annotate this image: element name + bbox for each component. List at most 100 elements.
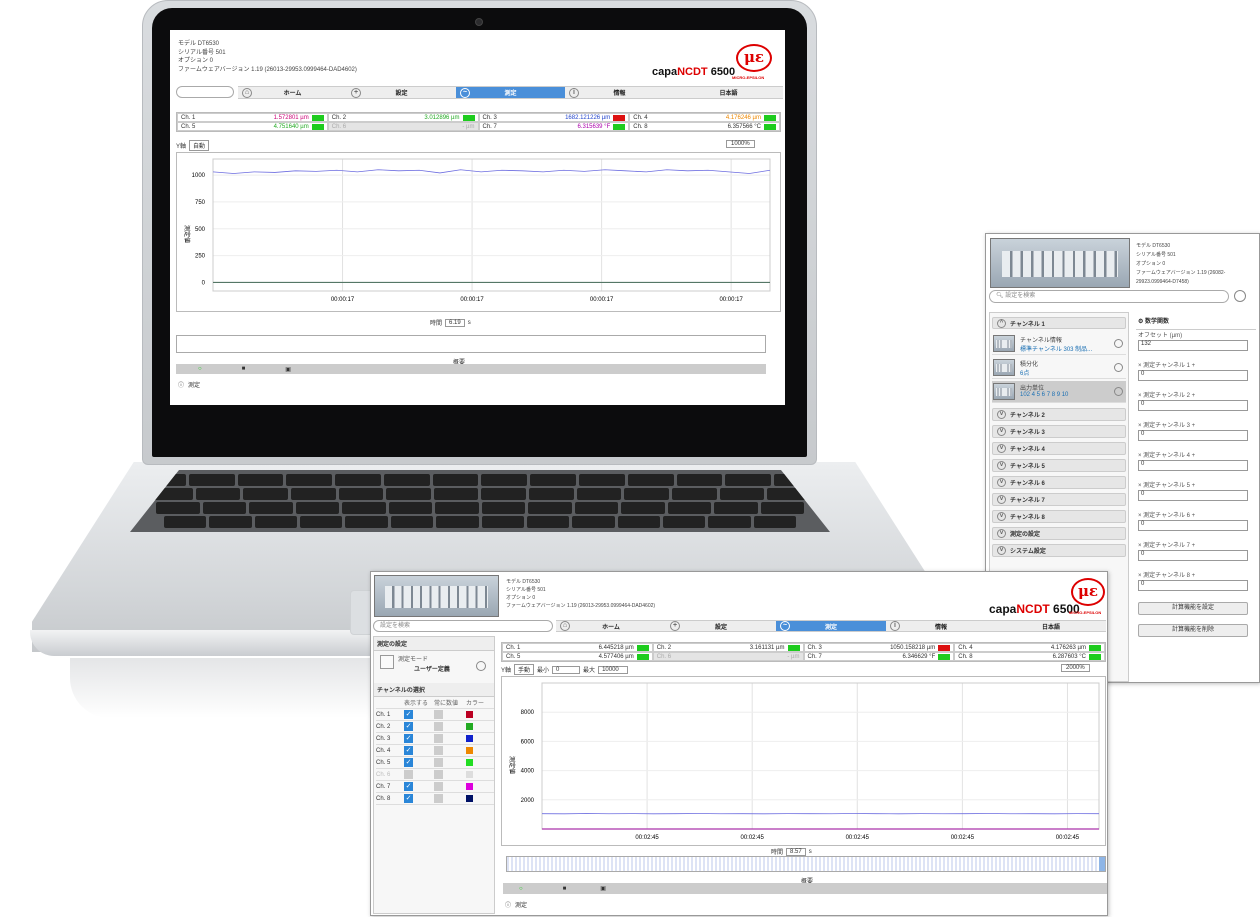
settings-subitem[interactable]: 出力単位 102 4 5 6 7 8 9 10 <box>992 381 1126 403</box>
settings-subitem[interactable]: チャンネル情報 標準チャンネル 303 制品... <box>992 333 1126 355</box>
subitem-title: チャンネル情報 <box>1020 338 1062 344</box>
color-swatch[interactable] <box>466 723 473 730</box>
color-swatch[interactable] <box>466 735 473 742</box>
math-field-input[interactable]: 0 <box>1138 490 1248 501</box>
math-field-input[interactable]: 0 <box>1138 370 1248 381</box>
menu-item[interactable]: v チャンネル 8 <box>992 510 1126 523</box>
show-checkbox[interactable]: ✓ <box>404 758 413 767</box>
min-label: 最小 <box>537 668 550 674</box>
key <box>627 474 674 486</box>
menu-item[interactable]: v チャンネル 2 <box>992 408 1126 421</box>
language-select[interactable]: 日本語 <box>674 87 783 98</box>
remove-math-button[interactable]: 計算機能を削除 <box>1138 624 1248 637</box>
color-swatch[interactable] <box>466 759 473 766</box>
time-input[interactable]: 8.57 <box>786 847 806 856</box>
color-swatch[interactable] <box>466 711 473 718</box>
math-field-input[interactable]: 0 <box>1138 400 1248 411</box>
play-icon[interactable]: ○ <box>198 366 202 372</box>
show-checkbox[interactable]: ✓ <box>404 794 413 803</box>
chevron-down-icon: v <box>997 512 1006 521</box>
numeric-checkbox[interactable] <box>434 770 443 779</box>
stop-icon[interactable]: ■ <box>242 366 246 372</box>
settings-subitem[interactable]: 積分化 6点 <box>992 357 1126 379</box>
channel-value: 4.176246 µm <box>725 114 761 121</box>
y-axis-select[interactable]: 手動 <box>514 664 535 675</box>
key <box>249 502 293 514</box>
color-swatch[interactable] <box>466 795 473 802</box>
tab-home[interactable]: ⌂ ホーム <box>556 621 666 631</box>
math-field-input[interactable]: 0 <box>1138 550 1248 561</box>
menu-item[interactable]: v チャンネル 3 <box>992 425 1126 438</box>
tab-info[interactable]: i 情報 <box>565 87 674 98</box>
menu-item[interactable]: v システム設定 <box>992 544 1126 557</box>
apply-math-button[interactable]: 計算機能を設定 <box>1138 602 1248 615</box>
math-field-input[interactable]: 0 <box>1138 460 1248 471</box>
tab-measure[interactable]: ~ 測定 <box>776 621 886 631</box>
menu-item[interactable]: v 測定の設定 <box>992 527 1126 540</box>
language-select[interactable]: 日本語 <box>996 621 1106 631</box>
tab-measure[interactable]: ~ 測定 <box>456 87 565 98</box>
overview-handle[interactable] <box>1099 857 1105 871</box>
overview-strip <box>506 856 1106 872</box>
numeric-checkbox[interactable] <box>434 710 443 719</box>
tab-info[interactable]: i 情報 <box>886 621 996 631</box>
show-checkbox[interactable]: ✓ <box>404 734 413 743</box>
stop-icon[interactable]: ■ <box>563 886 567 892</box>
math-field-input[interactable]: 0 <box>1138 520 1248 531</box>
color-swatch[interactable] <box>466 771 473 778</box>
min-input[interactable]: 0 <box>552 665 581 674</box>
info-option: オプション 0 <box>178 58 214 64</box>
menu-item[interactable]: v チャンネル 6 <box>992 476 1126 489</box>
channel-value: - µm <box>787 653 800 660</box>
channel-value: - µm <box>462 123 475 130</box>
show-checkbox[interactable]: ✓ <box>404 722 413 731</box>
row-channel: Ch. 6 <box>376 771 391 778</box>
tab-settings[interactable]: + 設定 <box>347 87 456 98</box>
math-field-input[interactable]: 132 <box>1138 340 1248 351</box>
chart-icon: ~ <box>780 621 790 631</box>
color-swatch[interactable] <box>466 747 473 754</box>
zoom-select[interactable]: 2000% <box>1061 664 1090 672</box>
chevron-right-icon[interactable] <box>1114 339 1123 348</box>
numeric-checkbox[interactable] <box>434 722 443 731</box>
menu-item[interactable]: v チャンネル 5 <box>992 459 1126 472</box>
channel-label: Ch. 6 <box>331 123 347 130</box>
key <box>574 502 618 514</box>
tab-home[interactable]: ⌂ ホーム <box>238 87 347 98</box>
y-axis-select[interactable]: 自動 <box>189 140 210 151</box>
menu-channel-1[interactable]: ^ チャンネル 1 <box>992 317 1126 329</box>
show-checkbox[interactable]: ✓ <box>404 710 413 719</box>
color-swatch[interactable] <box>466 783 473 790</box>
measure-search-input[interactable]: 設定を検索 <box>373 620 553 632</box>
show-checkbox[interactable]: ✓ <box>404 782 413 791</box>
show-checkbox[interactable]: ✓ <box>404 746 413 755</box>
search-go-icon[interactable] <box>1234 290 1246 302</box>
chevron-right-icon[interactable] <box>476 661 486 671</box>
tab-settings[interactable]: + 設定 <box>666 621 776 631</box>
y-tick-label: 750 <box>195 200 206 206</box>
math-field-input[interactable]: 0 <box>1138 430 1248 441</box>
numeric-checkbox[interactable] <box>434 794 443 803</box>
numeric-checkbox[interactable] <box>434 734 443 743</box>
save-icon[interactable]: ▣ <box>600 885 606 892</box>
measure-mode-value[interactable]: ユーザー定義 <box>414 664 450 673</box>
menu-item[interactable]: v チャンネル 7 <box>992 493 1126 506</box>
chevron-down-icon: v <box>997 495 1006 504</box>
play-icon[interactable]: ○ <box>519 886 523 892</box>
channel-value: 4.751640 µm <box>273 123 309 130</box>
max-input[interactable]: 10000 <box>598 665 629 674</box>
math-title: ⚙ 数学関数 <box>1136 312 1256 330</box>
menu-item[interactable]: v チャンネル 4 <box>992 442 1126 455</box>
numeric-checkbox[interactable] <box>434 746 443 755</box>
chevron-right-icon[interactable] <box>1114 363 1123 372</box>
numeric-checkbox[interactable] <box>434 782 443 791</box>
settings-search-input[interactable]: 🔍︎ 設定を検索 <box>989 290 1229 303</box>
zoom-select[interactable]: 1000% <box>726 140 755 148</box>
time-input[interactable]: 6.19 <box>445 318 465 327</box>
math-field-input[interactable]: 0 <box>1138 580 1248 591</box>
show-checkbox[interactable] <box>404 770 413 779</box>
chevron-right-icon[interactable] <box>1114 387 1123 396</box>
save-icon[interactable]: ▣ <box>285 366 291 373</box>
numeric-checkbox[interactable] <box>434 758 443 767</box>
search-input[interactable] <box>176 86 234 98</box>
